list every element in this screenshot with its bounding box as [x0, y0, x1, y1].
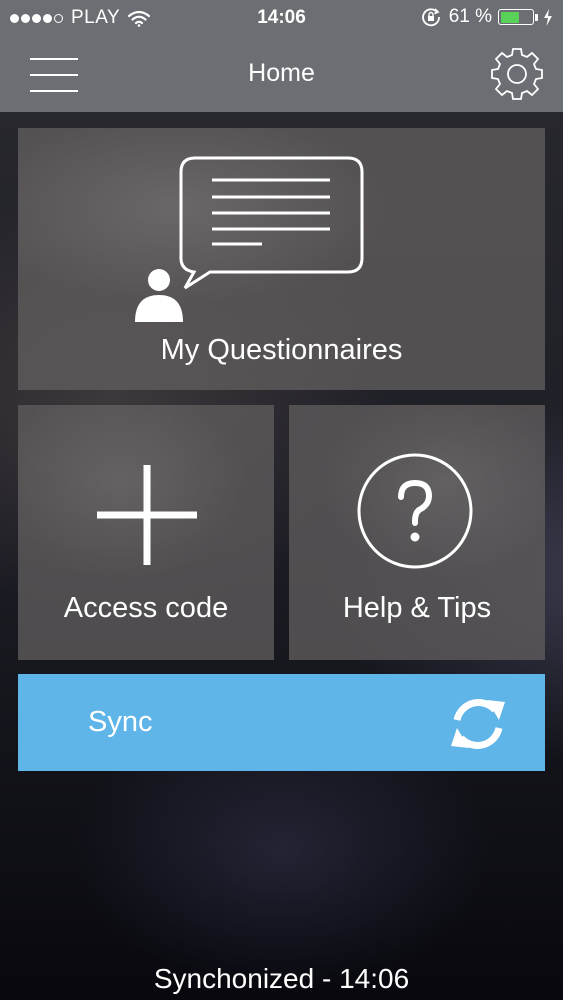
page-title: Home [248, 59, 315, 87]
refresh-icon [451, 699, 505, 749]
settings-button[interactable] [487, 44, 547, 104]
battery-percent: 61 % [448, 6, 492, 27]
orientation-lock-icon [421, 8, 440, 27]
nav-bar: Home [0, 36, 563, 112]
sync-button[interactable]: Sync [18, 674, 545, 771]
access-code-tile[interactable]: Access code [18, 405, 274, 660]
sync-label: Sync [88, 706, 153, 738]
my-questionnaires-tile[interactable]: My Questionnaires [18, 128, 545, 390]
sync-status-text: Synchonized - 14:06 [153, 963, 410, 994]
help-tips-tile[interactable]: Help & Tips [289, 405, 545, 660]
battery-level-fill [500, 11, 520, 23]
status-bar: PLAY 14:06 61 % [0, 0, 563, 36]
my-questionnaires-label: My Questionnaires [160, 334, 403, 366]
chat-bubble-user-icon [135, 156, 364, 322]
help-tips-label: Help & Tips [342, 592, 492, 624]
gear-icon [491, 48, 543, 100]
charging-bolt-icon [544, 8, 552, 26]
plus-icon [97, 465, 197, 565]
access-code-label: Access code [63, 592, 229, 624]
status-right: 61 % [421, 6, 553, 28]
battery-icon [498, 9, 534, 25]
question-circle-icon [357, 453, 473, 569]
